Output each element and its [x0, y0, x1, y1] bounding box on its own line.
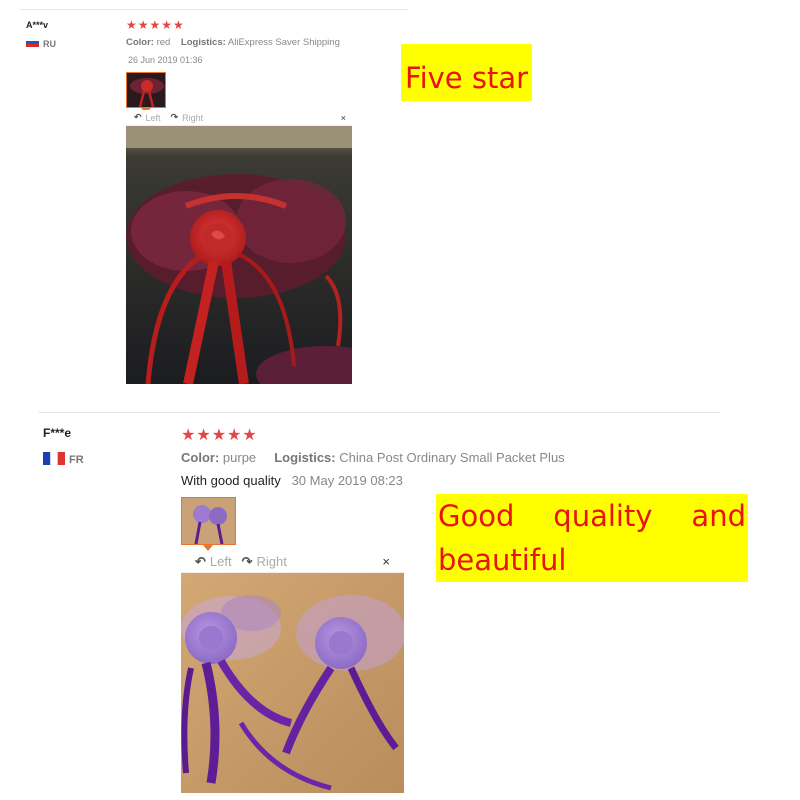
- logistics-value: AliExpress Saver Shipping: [227, 37, 340, 48]
- review-comment-line: With good quality 30 May 2019 08:23: [181, 473, 403, 488]
- rotate-left-button[interactable]: ↶ Left: [195, 554, 232, 570]
- logistics-value: China Post Ordinary Small Packet Plus: [339, 450, 565, 465]
- country-code: FR: [69, 454, 84, 466]
- flag-fr-icon: [43, 452, 65, 468]
- rotate-left-label: Left: [209, 554, 232, 569]
- rotate-right-button[interactable]: ↷ Right: [171, 112, 204, 123]
- order-info: Color: purpe Logistics: China Post Ordin…: [181, 450, 565, 465]
- rating-stars: ★★★★★: [181, 427, 258, 444]
- annotation-line-2: beautiful: [438, 543, 567, 577]
- review-photo-large: [126, 126, 352, 384]
- rotate-right-label: Right: [256, 554, 287, 569]
- rating-stars: ★★★★★: [126, 18, 185, 32]
- color-label: Color:: [181, 450, 220, 465]
- rotate-right-icon: ↷: [241, 553, 253, 569]
- review-photo-thumbnail[interactable]: [126, 72, 166, 108]
- review-divider-top: [20, 9, 408, 10]
- review-photo-large: [181, 573, 404, 793]
- rotate-left-button[interactable]: ↶ Left: [134, 112, 161, 123]
- review-date: 30 May 2019 08:23: [291, 473, 403, 488]
- order-info: Color: red Logistics: AliExpress Saver S…: [126, 37, 340, 48]
- close-icon[interactable]: ×: [382, 554, 390, 569]
- reviewer-name: A***v: [26, 20, 49, 30]
- rotate-right-label: Right: [182, 112, 204, 123]
- reviewer-name: F***e: [43, 426, 72, 440]
- review-divider-middle: [38, 412, 720, 413]
- review-date: 26 Jun 2019 01:36: [128, 55, 203, 65]
- logistics-label: Logistics:: [180, 37, 226, 48]
- color-label: Color:: [126, 37, 154, 48]
- annotation-line-1: Good quality and: [438, 499, 746, 533]
- flag-ru-icon: [25, 37, 40, 49]
- review-photo-thumbnail[interactable]: [181, 497, 236, 545]
- reviewer-country: FR: [43, 452, 84, 468]
- close-icon[interactable]: ×: [341, 113, 346, 123]
- rotate-left-label: Left: [145, 112, 161, 123]
- annotation-five-star: Five star: [401, 44, 533, 101]
- rotate-left-icon: ↶: [195, 553, 206, 569]
- color-value: red: [156, 37, 171, 48]
- rotate-left-icon: ↶: [134, 112, 142, 122]
- reviewer-country: RU: [25, 37, 56, 49]
- image-viewer-toolbar: ↶ Left ↷ Right ×: [181, 551, 404, 573]
- rotate-right-button[interactable]: ↷ Right: [242, 554, 287, 570]
- country-code: RU: [43, 38, 56, 49]
- review-comment: With good quality: [181, 473, 281, 488]
- rotate-right-icon: ↷: [170, 112, 179, 122]
- color-value: purpe: [222, 450, 257, 465]
- logistics-label: Logistics:: [274, 450, 336, 465]
- annotation-good-quality: Good quality and beautiful: [436, 494, 748, 582]
- image-viewer-toolbar: ↶ Left ↷ Right ×: [126, 110, 352, 126]
